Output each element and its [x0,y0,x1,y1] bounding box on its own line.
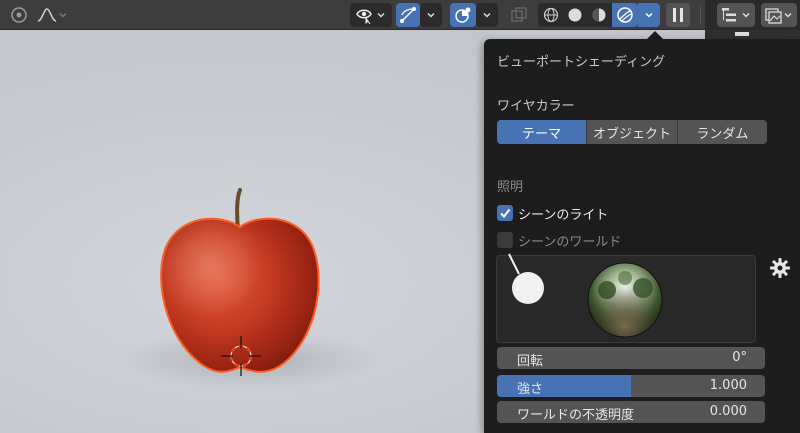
wire-color-random-option[interactable]: ランダム [677,120,767,144]
shading-wireframe-button[interactable] [540,3,562,27]
image-display-button[interactable] [761,3,797,27]
world-opacity-value: 0.000 [709,404,747,419]
world-opacity-slider[interactable]: ワールドの不透明度 0.000 [497,401,765,423]
popover-title: ビューポートシェーディング [497,55,666,70]
overlays-toggle-button[interactable] [450,3,476,27]
shading-rendered-button[interactable] [612,3,638,27]
xray-icon [511,7,527,22]
outliner-header [705,0,800,30]
rotation-field[interactable]: 回転 0° [497,347,765,369]
outliner-row-icon [735,32,749,36]
rotation-label: 回転 [517,354,544,369]
curve-icon [37,8,57,22]
rotation-value: 0° [732,350,747,365]
shading-mode-group [538,3,638,27]
world-opacity-label: ワールドの不透明度 [517,408,635,423]
wire-color-label: ワイヤカラー [497,99,575,114]
material-sphere-icon [592,8,606,22]
scene-lights-label: シーンのライト [518,208,609,223]
outliner-icon [722,8,736,22]
strength-slider[interactable]: 強さ 1.000 [497,375,765,397]
indicator-pointer [508,253,520,275]
strength-value: 1.000 [709,378,747,393]
scene-lights-checkbox[interactable] [497,205,513,221]
gizmo-dropdown[interactable] [420,3,442,27]
wire-color-theme-option[interactable]: テーマ [497,120,588,144]
header-separator [700,6,701,24]
chevron-down-icon [377,12,385,18]
chevron-down-icon [427,12,435,18]
shading-dropdown[interactable] [638,3,660,27]
viewport-header [0,0,800,30]
gear-icon[interactable] [769,257,791,279]
shading-solid-button[interactable] [564,3,586,27]
popover-notch [647,31,663,39]
chevron-down-icon [742,12,750,18]
checkmark-icon [500,208,511,219]
view-mode-button[interactable] [4,3,34,27]
3d-cursor-icon[interactable] [221,336,261,376]
scene-world-checkbox[interactable] [497,232,513,248]
gizmo-icon [400,7,416,23]
rendered-sphere-icon [617,7,633,23]
gizmo-toggle-button[interactable] [396,3,420,27]
eye-cursor-icon [356,9,372,24]
pause-icon [673,8,683,22]
chevron-down-icon [784,12,792,18]
hdri-rotation-indicator[interactable] [512,272,544,304]
wire-color-object-option[interactable]: オブジェクト [587,120,678,144]
strength-label: 強さ [517,382,544,397]
wireframe-sphere-icon [543,7,559,23]
visibility-button[interactable] [350,3,392,27]
curve-button[interactable] [34,3,72,27]
solid-sphere-icon [568,8,582,22]
shading-material-button[interactable] [588,3,610,27]
wire-color-selector: テーマ オブジェクト ランダム [497,120,767,144]
overlays-dropdown[interactable] [476,3,498,27]
pause-button[interactable] [666,3,690,27]
scene-world-label: シーンのワールド [518,235,622,250]
image-icon [765,8,782,24]
chevron-down-icon [645,12,653,18]
xray-toggle-button[interactable] [506,3,532,27]
chevron-down-icon [59,12,67,18]
hdri-preview-sphere[interactable] [587,262,663,338]
outliner-filter-button[interactable] [717,3,755,27]
lighting-label: 照明 [497,180,524,195]
chevron-down-icon [483,12,491,18]
circle-dot-icon [11,7,27,23]
overlay-sphere-icon [455,7,471,23]
